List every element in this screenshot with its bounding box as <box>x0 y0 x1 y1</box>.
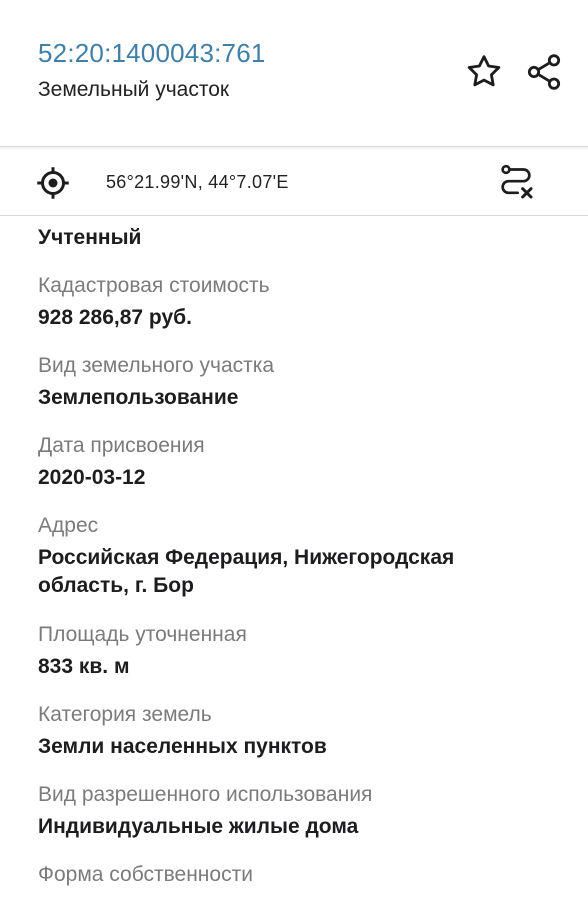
star-icon <box>467 55 501 87</box>
object-header: 52:20:1400043:761 Земельный участок <box>0 0 588 146</box>
field-value: Землепользование <box>38 386 239 409</box>
field-label: Кадастровая стоимость <box>38 274 270 297</box>
cadastral-value-field: Кадастровая стоимость 928 286,87 руб. <box>38 272 558 332</box>
area-field: Площадь уточненная 833 кв. м <box>38 621 558 681</box>
status-field: Учтенный <box>38 224 558 252</box>
address-field: Адрес Российская Федерация, Нижегородска… <box>38 512 558 600</box>
field-value: 928 286,87 руб. <box>38 306 192 329</box>
land-category-field: Категория земель Земли населенных пункто… <box>38 701 558 761</box>
address-line-2: область, г. Бор <box>38 574 194 597</box>
route-clear-icon <box>501 164 533 199</box>
field-label: Вид разрешенного использования <box>38 783 373 806</box>
field-label: Адрес <box>38 514 99 537</box>
land-kind-field: Вид земельного участка Землепользование <box>38 352 558 412</box>
coordinates-text[interactable]: 56°21.99'N, 44°7.07'E <box>106 172 289 193</box>
favorite-button[interactable] <box>462 50 506 94</box>
address-line-1: Российская Федерация, Нижегородская <box>38 546 455 569</box>
cadastral-number[interactable]: 52:20:1400043:761 <box>38 38 266 69</box>
route-button[interactable] <box>494 160 538 204</box>
field-value: 833 кв. м <box>38 655 130 678</box>
ownership-form-field: Форма собственности <box>38 861 558 889</box>
field-label: Вид земельного участка <box>38 354 275 377</box>
permitted-use-field: Вид разрешенного использования Индивидуа… <box>38 781 558 841</box>
details-list[interactable]: Учтенный Кадастровая стоимость 928 286,8… <box>0 216 588 900</box>
status-value: Учтенный <box>38 226 142 249</box>
field-value: Индивидуальные жилые дома <box>38 815 359 838</box>
share-icon <box>527 54 561 90</box>
field-label: Форма собственности <box>38 863 253 886</box>
field-label: Категория земель <box>38 703 212 726</box>
field-value: 2020-03-12 <box>38 466 146 489</box>
assign-date-field: Дата присвоения 2020-03-12 <box>38 432 558 492</box>
field-label: Дата присвоения <box>38 434 205 457</box>
locate-button[interactable] <box>32 162 74 204</box>
object-type: Земельный участок <box>38 78 230 101</box>
crosshair-icon <box>37 167 69 199</box>
field-value: Земли населенных пунктов <box>38 735 327 758</box>
field-label: Площадь уточненная <box>38 623 247 646</box>
share-button[interactable] <box>522 50 566 94</box>
